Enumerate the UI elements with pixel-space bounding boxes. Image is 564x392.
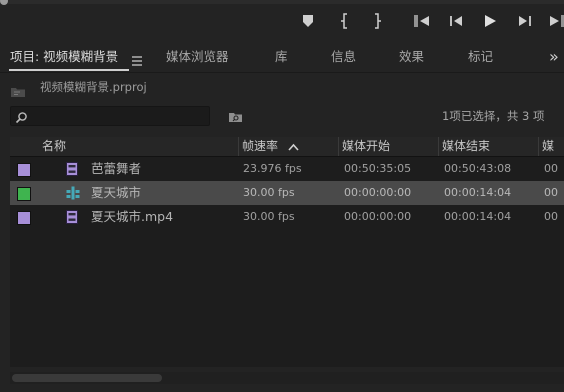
tab-effects[interactable]: 效果 — [399, 44, 424, 72]
new-bin-from-search-icon[interactable] — [228, 108, 243, 127]
item-media-duration: 00 — [544, 186, 558, 199]
table-row[interactable]: 芭蕾舞者 23.976 fps 00:50:35:05 00:50:43:08 … — [10, 157, 564, 181]
panel-menu-icon[interactable] — [131, 52, 143, 66]
tab-markers[interactable]: 标记 — [468, 44, 493, 72]
scrollbar-thumb[interactable] — [12, 374, 162, 382]
item-media-start: 00:50:35:05 — [344, 162, 412, 175]
project-path-row: 视频模糊背景.prproj — [0, 73, 564, 99]
playhead-scrubber[interactable] — [0, 0, 564, 5]
panel-overflow-button[interactable]: » — [549, 44, 559, 72]
project-items-table: 名称 帧速率 媒体开始 媒体结束 媒 芭蕾舞者 23.976 fps 00:50… — [10, 137, 564, 367]
transport-controls — [0, 0, 564, 44]
item-media-end: 00:00:14:04 — [444, 186, 512, 199]
mark-in-icon[interactable] — [336, 12, 354, 30]
panel-tab-bar: 项目: 视频模糊背景 媒体浏览器 库 信息 效果 标记 » — [0, 44, 564, 73]
label-color-swatch[interactable] — [17, 163, 31, 177]
column-header-frame-rate[interactable]: 帧速率 — [242, 137, 322, 156]
column-header-frame-rate-label: 帧速率 — [242, 139, 279, 153]
item-media-start: 00:00:00:00 — [344, 210, 412, 223]
sort-ascending-icon — [288, 138, 299, 156]
item-media-duration: 00 — [544, 162, 558, 175]
item-name[interactable]: 夏天城市 — [91, 181, 141, 205]
mark-out-icon[interactable] — [368, 12, 386, 30]
tab-info[interactable]: 信息 — [331, 44, 356, 72]
active-tab-indicator — [9, 69, 129, 71]
table-row[interactable]: 夏天城市 30.00 fps 00:00:00:00 00:00:14:04 0… — [10, 181, 564, 205]
playhead-handle[interactable] — [0, 0, 8, 5]
item-media-duration: 00 — [544, 210, 558, 223]
tab-libraries[interactable]: 库 — [275, 44, 288, 72]
table-row[interactable]: 夏天城市.mp4 30.00 fps 00:00:00:00 00:00:14:… — [10, 205, 564, 229]
search-field[interactable] — [10, 106, 210, 126]
column-header-media-end[interactable]: 媒体结束 — [442, 137, 532, 156]
item-frame-rate: 23.976 fps — [243, 162, 302, 175]
go-to-in-icon[interactable] — [413, 12, 431, 30]
add-marker-icon[interactable] — [299, 12, 317, 30]
item-name[interactable]: 芭蕾舞者 — [91, 157, 141, 181]
item-name[interactable]: 夏天城市.mp4 — [91, 205, 173, 229]
horizontal-scrollbar[interactable] — [10, 372, 564, 384]
item-media-start: 00:00:00:00 — [344, 186, 412, 199]
column-divider[interactable] — [538, 137, 539, 156]
tab-project[interactable]: 项目: 视频模糊背景 — [10, 44, 118, 72]
search-icon — [15, 109, 28, 128]
item-frame-rate: 30.00 fps — [243, 210, 295, 223]
project-toolbar: 1项已选择，共 3 项 — [0, 99, 564, 135]
sequence-icon — [66, 162, 78, 176]
label-color-swatch[interactable] — [17, 187, 31, 201]
multicam-sequence-icon — [66, 186, 80, 200]
selection-status: 1项已选择，共 3 项 — [442, 109, 545, 123]
label-color-swatch[interactable] — [17, 211, 31, 225]
column-header-media-start[interactable]: 媒体开始 — [342, 137, 432, 156]
table-header: 名称 帧速率 媒体开始 媒体结束 媒 — [10, 137, 564, 157]
item-frame-rate: 30.00 fps — [243, 186, 295, 199]
project-file-name: 视频模糊背景.prproj — [40, 80, 147, 94]
go-to-out-icon[interactable] — [548, 12, 564, 30]
column-divider[interactable] — [438, 137, 439, 156]
column-divider[interactable] — [338, 137, 339, 156]
video-clip-icon — [66, 210, 78, 224]
tab-media-browser[interactable]: 媒体浏览器 — [166, 44, 229, 72]
step-back-icon[interactable] — [447, 12, 465, 30]
step-forward-icon[interactable] — [516, 12, 534, 30]
search-input[interactable] — [31, 108, 203, 123]
column-header-name[interactable]: 名称 — [42, 137, 232, 156]
column-header-media-duration[interactable]: 媒 — [542, 137, 564, 156]
item-media-end: 00:50:43:08 — [444, 162, 512, 175]
play-icon[interactable] — [481, 12, 499, 30]
column-divider[interactable] — [238, 137, 239, 156]
item-media-end: 00:00:14:04 — [444, 210, 512, 223]
